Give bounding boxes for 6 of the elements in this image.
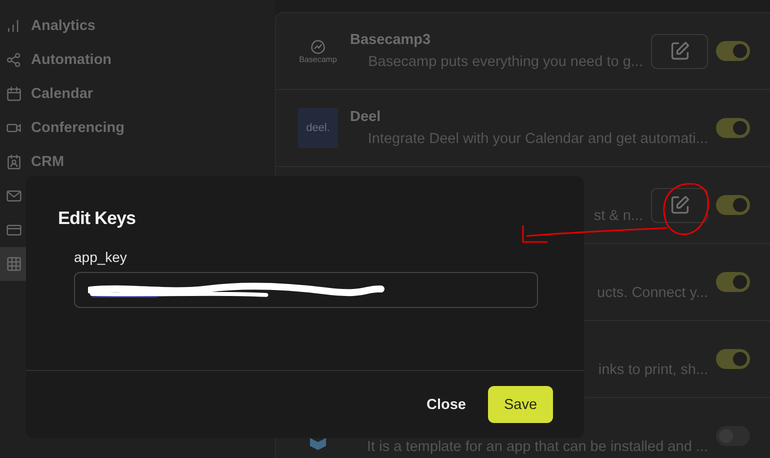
field-label: app_key <box>74 249 128 265</box>
deel-logo: deel. <box>298 108 338 148</box>
dialog-title: Edit Keys <box>58 208 137 229</box>
app-name: Deel <box>350 109 381 125</box>
basecamp-logo: Basecamp <box>299 38 337 64</box>
app-name: Basecamp3 <box>350 32 431 48</box>
